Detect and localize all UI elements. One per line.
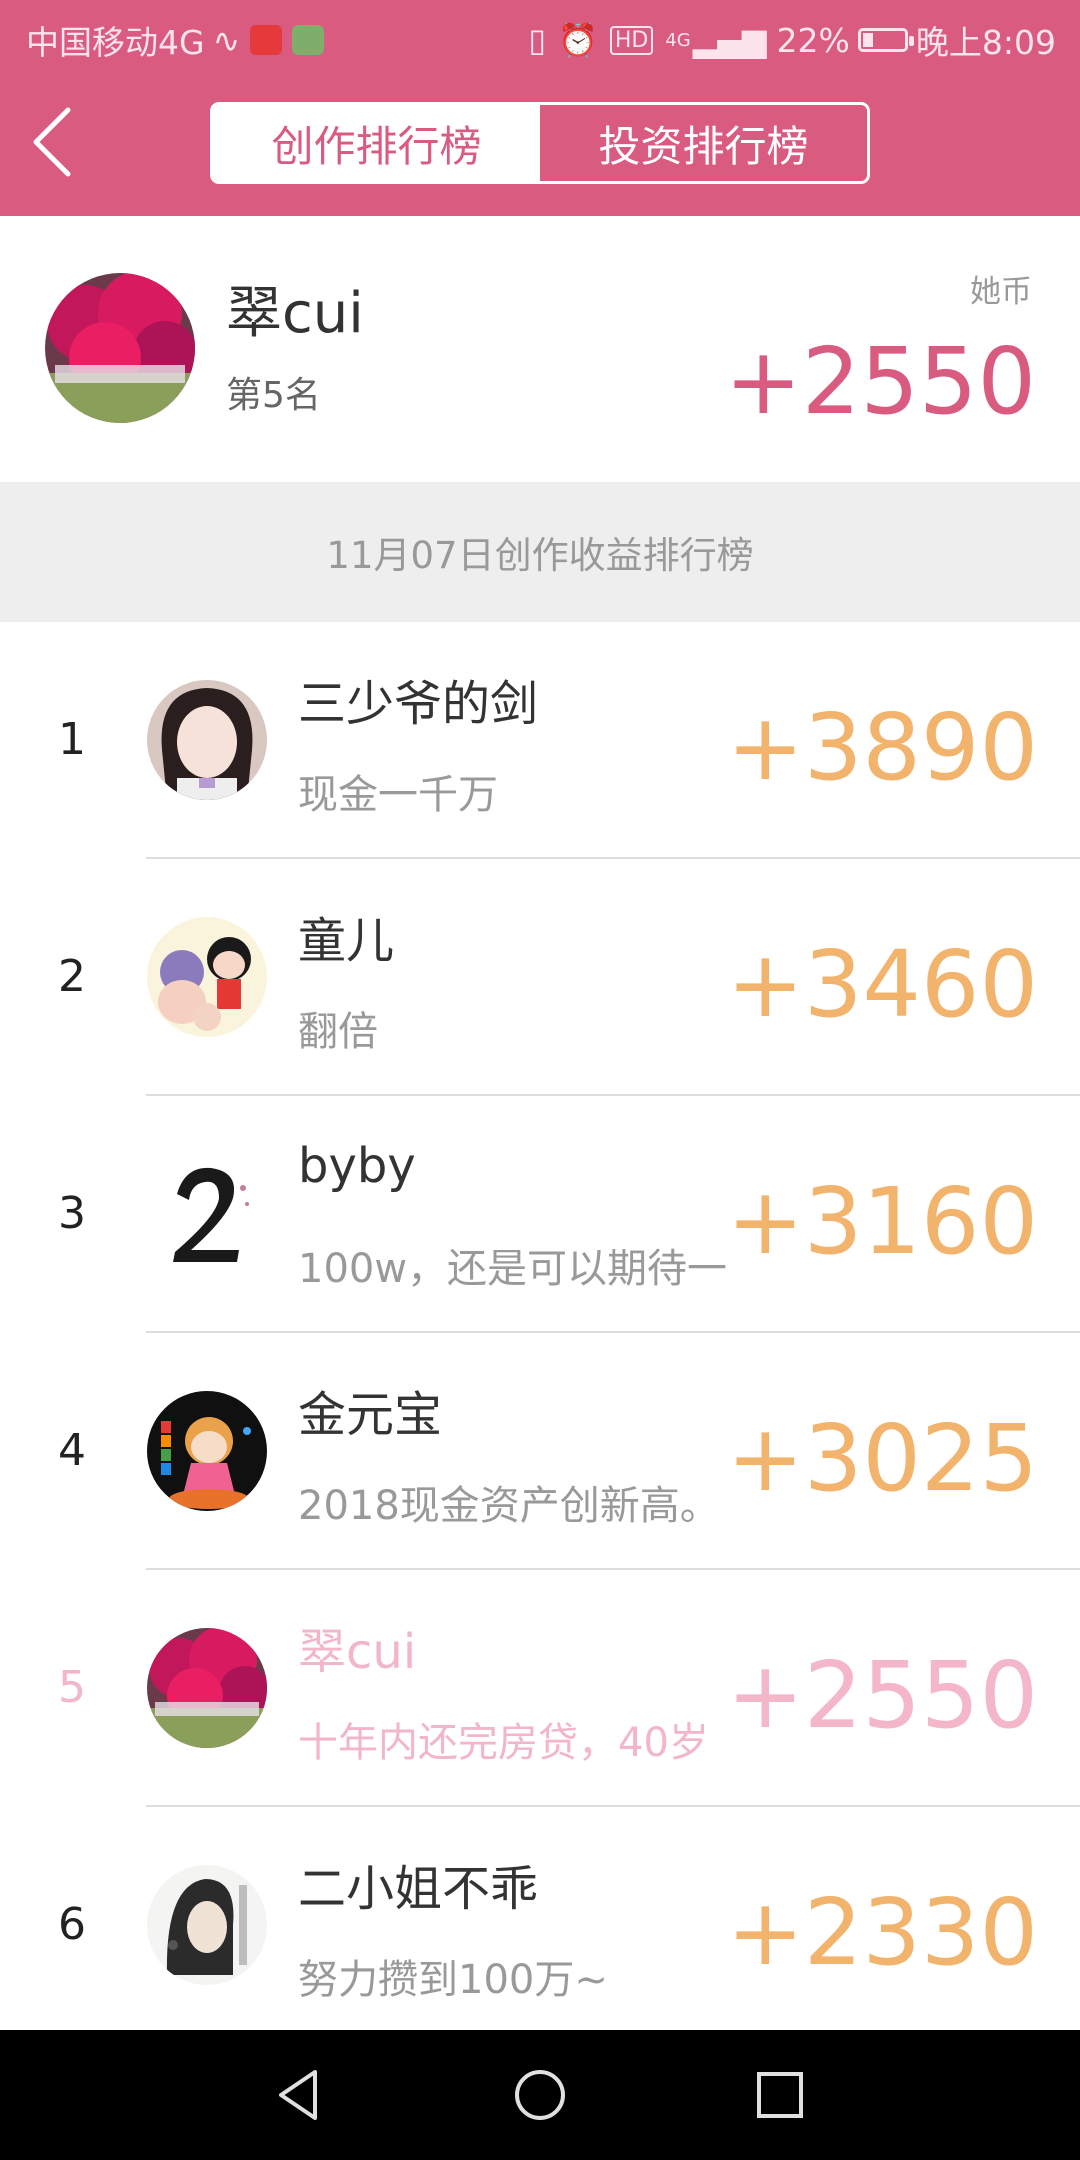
user-goal: 现金一千万: [298, 772, 498, 818]
earnings-value: +3160: [726, 1168, 1038, 1275]
activity-icon: ∿: [212, 20, 241, 60]
list-item[interactable]: 6 二小姐不乖 努力攒到100万~ +2330: [0, 1807, 1080, 2044]
flower-tree-avatar-image: [45, 273, 195, 423]
flower-tree-avatar-image: [147, 1628, 267, 1748]
my-rank-card[interactable]: 翠cui 第5名 她币 +2550: [0, 216, 1080, 482]
earnings-value: +2550: [726, 1642, 1038, 1749]
my-earnings-value: +2550: [724, 328, 1036, 435]
list-item[interactable]: 4 金元宝 2018现金资产创新高。 +3025: [0, 1333, 1080, 1570]
rank-number: 2: [58, 951, 86, 1002]
avatar: [147, 1865, 267, 1985]
user-name: 翠cui: [298, 1624, 417, 1680]
chevron-left-icon: [33, 107, 71, 177]
user-goal: 十年内还完房贷，40岁: [298, 1720, 709, 1766]
girl-portrait-avatar-image: [147, 680, 267, 800]
list-item-current-user[interactable]: 5 翠cui 十年内还完房贷，40岁 +2550: [0, 1570, 1080, 1807]
carrier-label: 中国移动4G: [26, 23, 205, 62]
currency-unit-label: 她币: [970, 274, 1032, 310]
avatar: [147, 917, 267, 1037]
earnings-value: +3025: [726, 1405, 1038, 1512]
user-goal: 翻倍: [298, 1009, 378, 1055]
avatar: [147, 680, 267, 800]
battery-percent: 22%: [776, 20, 850, 60]
ink-portrait-avatar-image: [147, 1865, 267, 1985]
my-rank-label: 第5名: [226, 375, 321, 416]
list-item[interactable]: 1 三少爷的剑 现金一千万 +3890: [0, 622, 1080, 859]
rank-number: 4: [58, 1425, 86, 1476]
hd-icon: HD: [609, 25, 654, 55]
tab-creation-ranking[interactable]: 创作排行榜: [213, 105, 540, 181]
status-bar: 中国移动4G ∿ ▯ ⏰ HD 4G ▂▄▆ 22% 晚上8:09: [0, 0, 1080, 72]
user-name: 金元宝: [298, 1387, 443, 1443]
rank-number: 3: [58, 1188, 86, 1239]
signal-icon: ▂▄▆: [692, 21, 767, 59]
list-item[interactable]: 3 byby 100w，还是可以期待一 +3160: [0, 1096, 1080, 1333]
reader-app-icon: [292, 25, 325, 55]
earnings-value: +2330: [726, 1879, 1038, 1986]
vibrate-icon: ▯: [528, 21, 546, 59]
avatar: [147, 1391, 267, 1511]
user-goal: 100w，还是可以期待一: [298, 1246, 728, 1292]
status-left: 中国移动4G ∿: [26, 16, 325, 64]
user-name: 三少爷的剑: [298, 676, 539, 732]
earnings-value: +3890: [726, 694, 1038, 801]
cartoon-girl-avatar-image: [147, 1391, 267, 1511]
rank-number: 5: [58, 1662, 86, 1713]
back-button[interactable]: [30, 106, 78, 178]
avatar: [147, 1154, 267, 1274]
user-name: byby: [298, 1138, 416, 1194]
user-goal: 努力攒到100万~: [298, 1957, 608, 2003]
avatar: [45, 273, 195, 423]
section-title: 11月07日创作收益排行榜: [0, 482, 1080, 622]
status-right: ▯ ⏰ HD 4G ▂▄▆ 22% 晚上8:09: [516, 16, 1056, 64]
circle-home-icon: [515, 2070, 565, 2120]
rank-number: 6: [58, 1899, 86, 1950]
rank-number: 1: [58, 714, 86, 765]
ranking-list: 1 三少爷的剑 现金一千万 +3890 2 童儿 翻倍 +3460 3 byby…: [0, 622, 1080, 2044]
user-name: 二小姐不乖: [298, 1861, 539, 1917]
my-name: 翠cui: [226, 281, 364, 346]
app-header: 中国移动4G ∿ ▯ ⏰ HD 4G ▂▄▆ 22% 晚上8:09 创作排行榜 …: [0, 0, 1080, 216]
number-two-avatar-image: [147, 1154, 267, 1274]
square-recents-icon: [757, 2072, 803, 2118]
earnings-value: +3460: [726, 931, 1038, 1038]
triangle-back-icon: [279, 2070, 317, 2120]
cartoon-kids-avatar-image: [147, 917, 267, 1037]
nav-recents-button[interactable]: [745, 2060, 815, 2130]
ranking-tabs: 创作排行榜 投资排行榜: [210, 102, 870, 184]
news-app-icon: [250, 25, 283, 55]
system-navigation-bar: [0, 2030, 1080, 2160]
alarm-icon: ⏰: [557, 21, 598, 59]
battery-icon: [857, 28, 914, 52]
tab-investment-ranking[interactable]: 投资排行榜: [540, 105, 867, 181]
network-label: 4G: [665, 29, 691, 51]
clock: 晚上8:09: [915, 23, 1056, 62]
user-goal: 2018现金资产创新高。: [298, 1483, 720, 1529]
user-name: 童儿: [298, 913, 395, 969]
nav-back-button[interactable]: [265, 2060, 335, 2130]
nav-home-button[interactable]: [505, 2060, 575, 2130]
avatar: [147, 1628, 267, 1748]
list-item[interactable]: 2 童儿 翻倍 +3460: [0, 859, 1080, 1096]
